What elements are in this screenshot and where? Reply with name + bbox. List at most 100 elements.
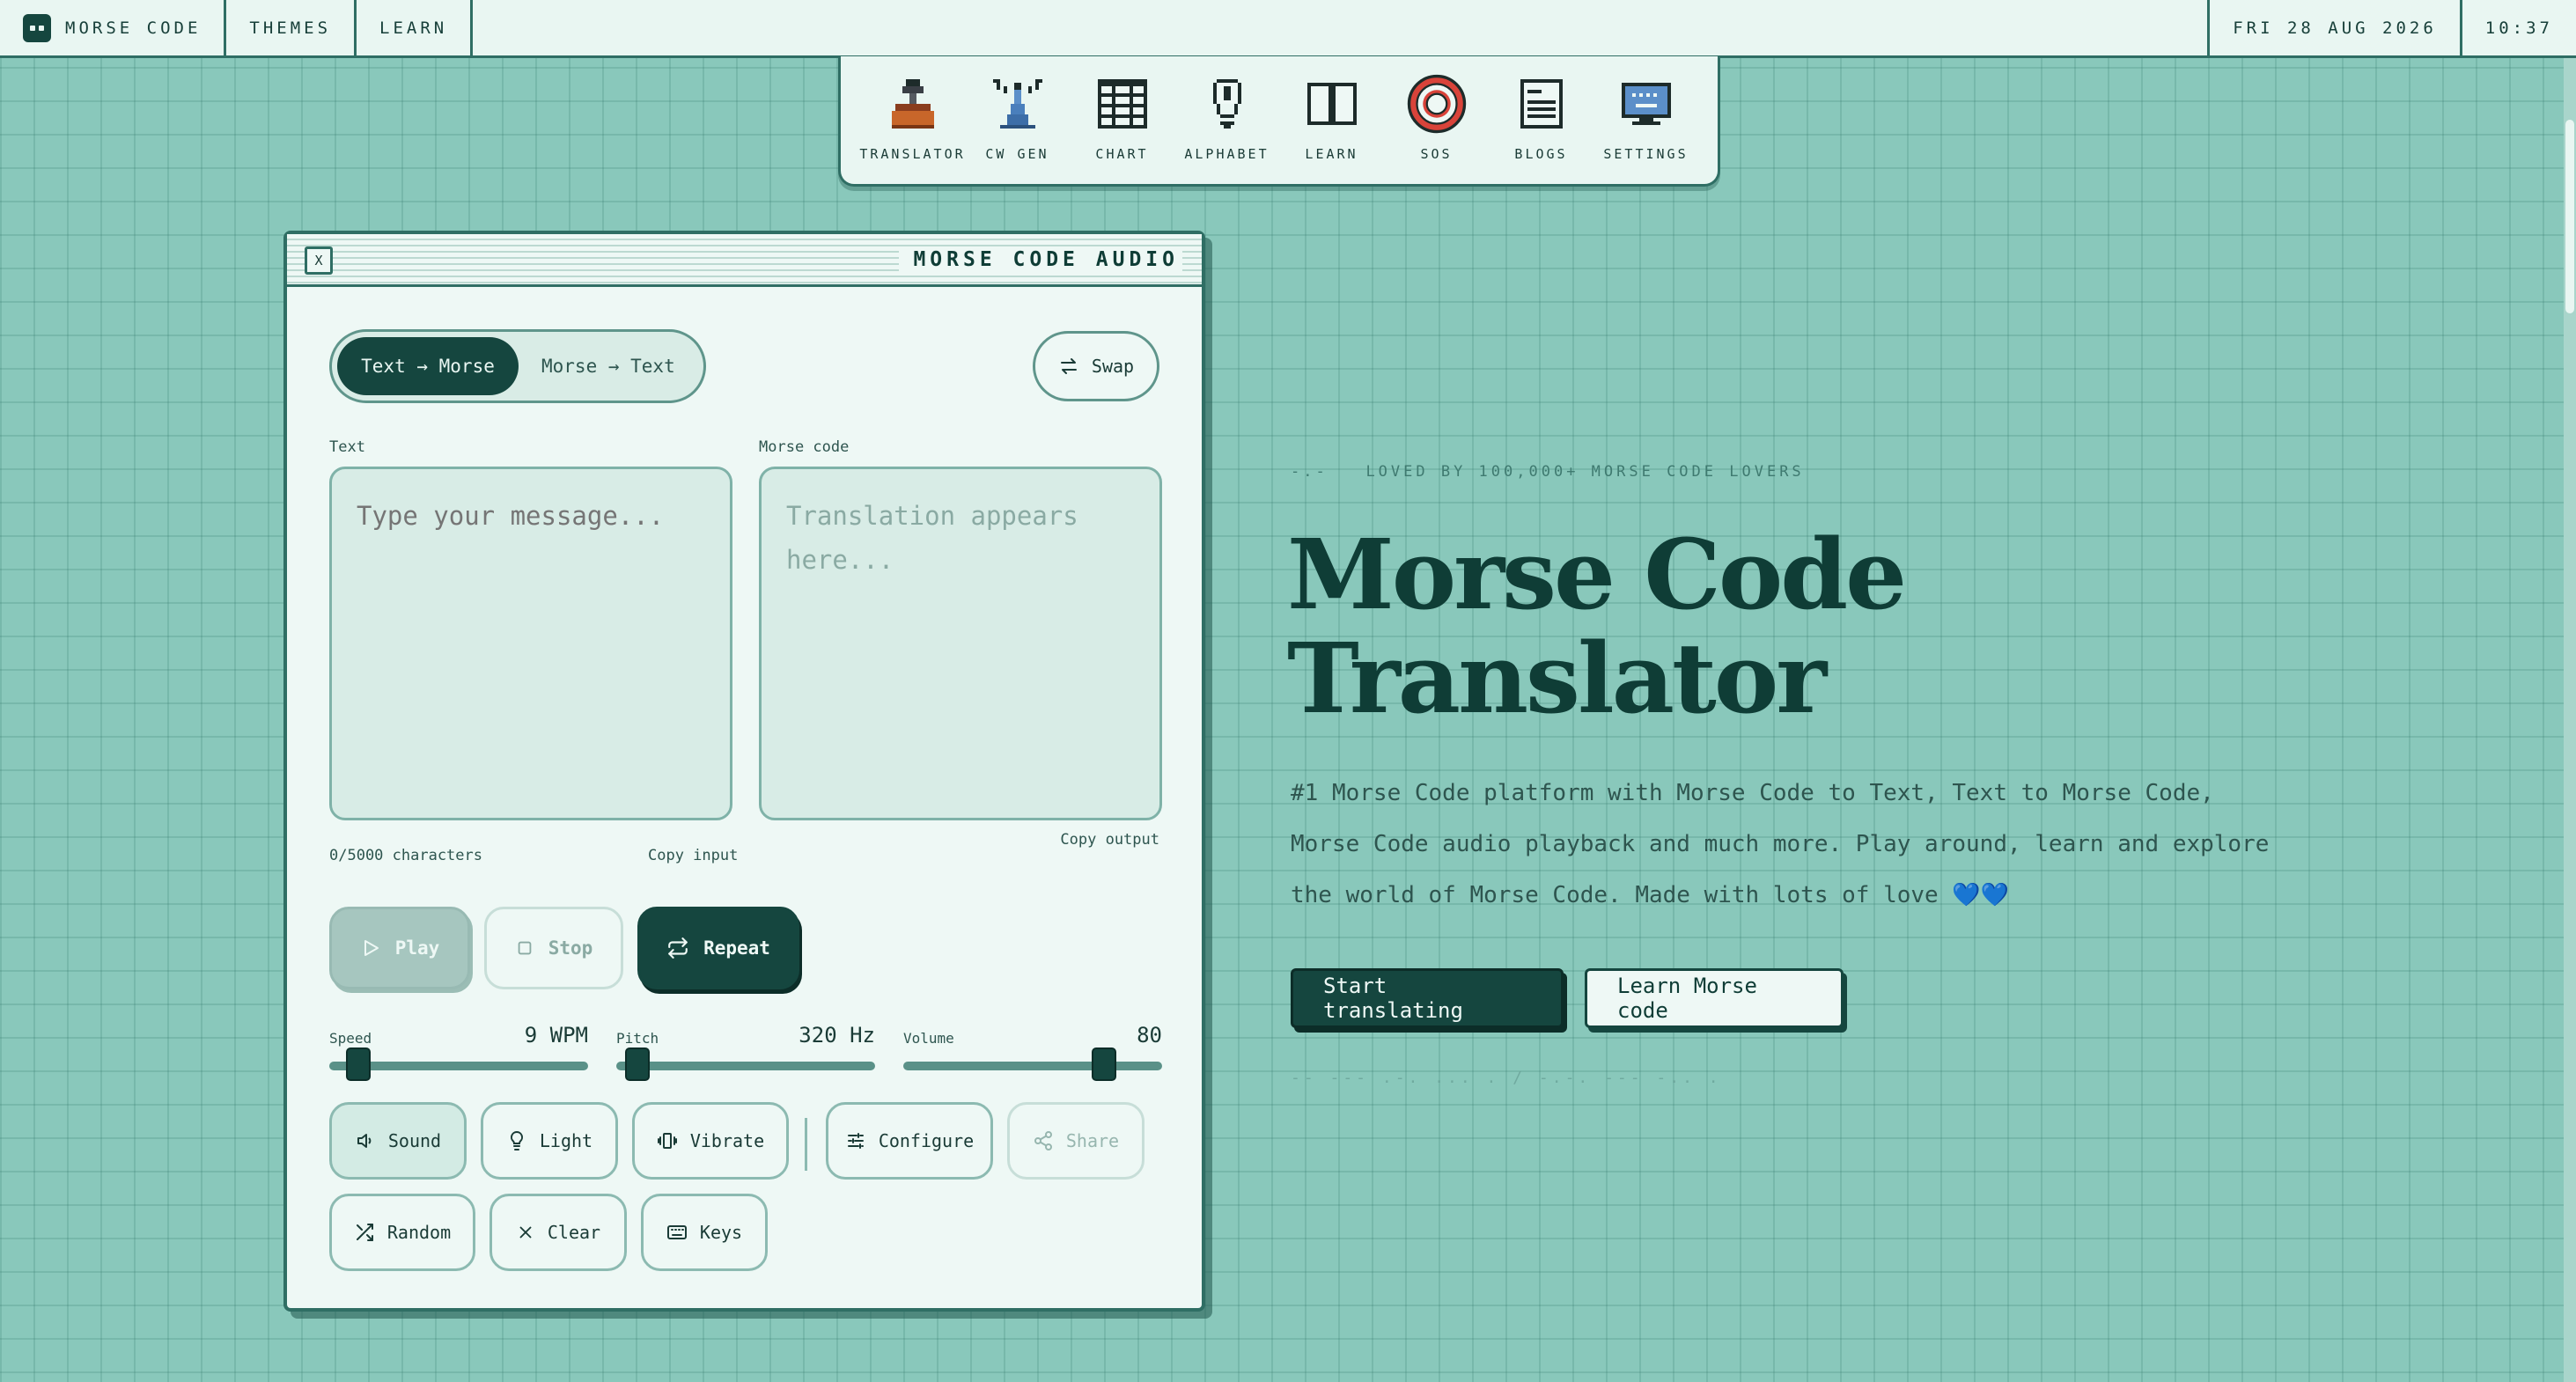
window-titlebar[interactable]: X MORSE CODE AUDIO: [287, 234, 1202, 287]
top-bar-spacer: [473, 0, 2207, 55]
speed-label: Speed: [329, 1030, 372, 1047]
morse-audio-window: X MORSE CODE AUDIO Text → Morse Morse → …: [283, 231, 1205, 1312]
hero-description: #1 Morse Code platform with Morse Code t…: [1291, 780, 2270, 908]
page-scrollbar[interactable]: [2564, 58, 2576, 1382]
bulb-icon: [510, 1130, 523, 1150]
light-toggle[interactable]: Light: [481, 1102, 618, 1180]
stop-button[interactable]: Stop: [484, 907, 623, 989]
radio-tower-icon: [983, 69, 1053, 139]
start-translating-button[interactable]: Start translating: [1291, 968, 1564, 1028]
repeat-icon: [668, 937, 688, 959]
hero-tagline: -.- LOVED BY 100,000+ MORSE CODE LOVERS: [1291, 463, 1805, 481]
brand-link[interactable]: MORSE CODE: [0, 0, 227, 55]
repeat-button[interactable]: Repeat: [637, 907, 799, 989]
dock-label-translator: TRANSLATOR: [859, 146, 966, 162]
keys-label: Keys: [699, 1222, 743, 1243]
speed-thumb[interactable]: [346, 1048, 371, 1081]
vibrate-toggle[interactable]: Vibrate: [632, 1102, 789, 1180]
play-button[interactable]: Play: [329, 907, 470, 989]
dock-item-cw-gen[interactable]: CW GEN: [970, 69, 1065, 162]
hero-title: Morse Code Translator: [1287, 518, 1907, 735]
window-close-button[interactable]: X: [305, 246, 333, 275]
random-label: Random: [386, 1222, 452, 1243]
vibrate-label: Vibrate: [689, 1130, 765, 1151]
nav-learn[interactable]: LEARN: [357, 0, 474, 55]
clear-label: Clear: [547, 1222, 601, 1243]
stop-icon: [518, 941, 532, 955]
repeat-label: Repeat: [703, 937, 770, 959]
brand-name: MORSE CODE: [65, 18, 202, 38]
pitch-slider: Pitch 320 Hz: [616, 1018, 875, 1081]
random-button[interactable]: Random: [329, 1194, 475, 1271]
pitch-thumb[interactable]: [625, 1048, 650, 1081]
window-title: MORSE CODE AUDIO: [899, 247, 1182, 271]
sliders-icon: [847, 1133, 864, 1149]
dock-item-settings[interactable]: SETTINGS: [1599, 69, 1694, 162]
dock-item-alphabet[interactable]: ALPHABET: [1180, 69, 1275, 162]
telegraph-key-icon: [878, 69, 948, 139]
play-label: Play: [394, 937, 440, 959]
clear-button[interactable]: Clear: [489, 1194, 627, 1271]
mode-text-to-morse[interactable]: Text → Morse: [337, 337, 519, 395]
dock-label-settings: SETTINGS: [1603, 146, 1689, 162]
app-dock: TRANSLATOR CW GEN CHART ALPHABET LEARN S…: [838, 56, 1720, 187]
dock-item-learn[interactable]: LEARN: [1284, 69, 1380, 162]
morse-output[interactable]: Translation appears here...: [759, 467, 1162, 820]
play-icon: [364, 940, 379, 956]
dock-label-learn: LEARN: [1305, 146, 1358, 162]
sound-toggle[interactable]: Sound: [329, 1102, 467, 1180]
sound-label: Sound: [387, 1130, 442, 1151]
tagline-morse: -.-: [1291, 463, 1328, 481]
share-icon: [1034, 1131, 1052, 1150]
configure-button[interactable]: Configure: [826, 1102, 993, 1180]
date-display: FRI 28 AUG 2026: [2207, 0, 2460, 55]
text-input[interactable]: [329, 467, 732, 820]
mode-toggle: Text → Morse Morse → Text: [329, 329, 706, 403]
tagline-text: LOVED BY 100,000+ MORSE CODE LOVERS: [1365, 463, 1805, 481]
lightbulb-icon: [1192, 69, 1262, 139]
top-bar: MORSE CODE THEMES LEARN FRI 28 AUG 2026 …: [0, 0, 2576, 58]
morse-field-label: Morse code: [759, 438, 850, 456]
speed-value: 9 WPM: [524, 1023, 588, 1048]
pitch-track[interactable]: [616, 1062, 875, 1070]
pitch-value: 320 Hz: [799, 1023, 875, 1048]
swap-label: Swap: [1091, 356, 1135, 377]
dock-label-chart: CHART: [1095, 146, 1149, 162]
dock-item-translator[interactable]: TRANSLATOR: [859, 69, 963, 162]
open-book-icon: [1297, 69, 1367, 139]
brand-logo-icon: [23, 13, 51, 42]
stop-label: Stop: [548, 937, 593, 959]
light-label: Light: [539, 1130, 593, 1151]
monitor-icon: [1611, 69, 1682, 139]
learn-morse-code-button[interactable]: Learn Morse code: [1585, 968, 1844, 1028]
x-icon: [519, 1226, 532, 1239]
copy-input-button[interactable]: Copy input: [648, 847, 738, 864]
morse-decoration: -- --- .-. ... . / -.-. --- -.. .: [1291, 1069, 1722, 1087]
text-field-label: Text: [329, 438, 365, 456]
pitch-label: Pitch: [616, 1030, 659, 1047]
dock-label-blogs: BLOGS: [1514, 146, 1568, 162]
dock-item-blogs[interactable]: BLOGS: [1494, 69, 1589, 162]
volume-label: Volume: [903, 1030, 954, 1047]
speaker-icon: [357, 1134, 372, 1148]
copy-output-button[interactable]: Copy output: [1060, 831, 1159, 849]
swap-button[interactable]: Swap: [1033, 331, 1159, 401]
chip-divider: [805, 1118, 807, 1171]
configure-label: Configure: [878, 1130, 975, 1151]
volume-value: 80: [1137, 1023, 1162, 1048]
speed-slider: Speed 9 WPM: [329, 1018, 588, 1081]
dock-item-chart[interactable]: CHART: [1075, 69, 1170, 162]
dock-label-sos: SOS: [1420, 146, 1453, 162]
keys-button[interactable]: Keys: [641, 1194, 768, 1271]
mode-morse-to-text[interactable]: Morse → Text: [519, 337, 698, 395]
volume-thumb[interactable]: [1092, 1048, 1116, 1081]
keyboard-icon: [666, 1225, 687, 1239]
volume-track[interactable]: [903, 1062, 1162, 1070]
swap-arrows-icon: [1060, 358, 1077, 374]
dock-item-sos[interactable]: SOS: [1389, 69, 1484, 162]
nav-themes[interactable]: THEMES: [226, 0, 357, 55]
scrollbar-thumb[interactable]: [2565, 120, 2574, 313]
share-button[interactable]: Share: [1007, 1102, 1144, 1180]
char-count: 0/5000 characters: [329, 847, 482, 864]
dock-label-cw-gen: CW GEN: [985, 146, 1049, 162]
